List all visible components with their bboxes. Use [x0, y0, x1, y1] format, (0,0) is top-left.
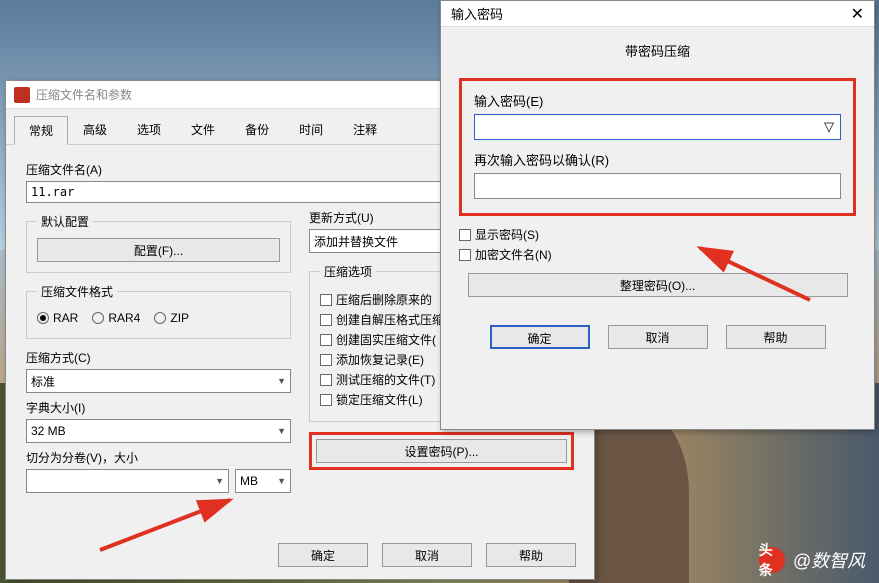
- method-label: 压缩方式(C): [26, 349, 291, 366]
- set-password-button[interactable]: 设置密码(P)...: [316, 439, 567, 463]
- watermark-text: @数智风: [793, 547, 865, 573]
- split-label: 切分为分卷(V)，大小: [26, 449, 291, 466]
- watermark: 头条 @数智风: [759, 547, 865, 573]
- compress-options-label: 压缩选项: [320, 263, 376, 280]
- enter-password-label: 输入密码(E): [474, 91, 841, 110]
- default-profile-group: 默认配置 配置(F)...: [26, 213, 291, 273]
- checkbox-icon: [320, 354, 332, 366]
- cancel-button[interactable]: 取消: [382, 543, 472, 567]
- dict-select[interactable]: 32 MB▼: [26, 419, 291, 443]
- help-button[interactable]: 帮助: [486, 543, 576, 567]
- format-label: 压缩文件格式: [37, 283, 117, 300]
- tab-backup[interactable]: 备份: [230, 115, 284, 144]
- reenter-password-label: 再次输入密码以确认(R): [474, 150, 841, 169]
- dialog-buttons: 确定 取消 帮助: [278, 543, 576, 567]
- password-input[interactable]: ▽: [474, 114, 841, 140]
- ok-button[interactable]: 确定: [490, 325, 590, 349]
- format-group: 压缩文件格式 RAR RAR4 ZIP: [26, 283, 291, 339]
- help-button[interactable]: 帮助: [726, 325, 826, 349]
- password-fields-highlight: 输入密码(E) ▽ 再次输入密码以确认(R): [459, 78, 856, 216]
- chevron-down-icon: ▽: [824, 119, 834, 135]
- tab-comment[interactable]: 注释: [338, 115, 392, 144]
- checkbox-icon: [320, 334, 332, 346]
- encrypt-filenames-checkbox[interactable]: 加密文件名(N): [459, 246, 856, 263]
- default-profile-label: 默认配置: [37, 213, 93, 230]
- tab-files[interactable]: 文件: [176, 115, 230, 144]
- ok-button[interactable]: 确定: [278, 543, 368, 567]
- password-dialog: 输入密码 ✕ 带密码压缩 输入密码(E) ▽ 再次输入密码以确认(R) 显示密码…: [440, 0, 875, 430]
- window-title: 压缩文件名和参数: [36, 86, 132, 103]
- tab-advanced[interactable]: 高级: [68, 115, 122, 144]
- show-password-checkbox[interactable]: 显示密码(S): [459, 226, 856, 243]
- tab-general[interactable]: 常规: [14, 116, 68, 145]
- format-rar4[interactable]: RAR4: [92, 311, 140, 325]
- chevron-down-icon: ▼: [277, 476, 286, 486]
- checkbox-icon: [459, 249, 471, 261]
- radio-icon: [37, 312, 49, 324]
- format-rar[interactable]: RAR: [37, 311, 78, 325]
- password-confirm-input[interactable]: [474, 173, 841, 199]
- checkbox-icon: [320, 394, 332, 406]
- close-icon[interactable]: ✕: [851, 4, 864, 24]
- profile-button[interactable]: 配置(F)...: [37, 238, 280, 262]
- winrar-icon: [14, 87, 30, 103]
- cancel-button[interactable]: 取消: [608, 325, 708, 349]
- chevron-down-icon: ▼: [215, 476, 224, 486]
- chevron-down-icon: ▼: [277, 376, 286, 386]
- method-select[interactable]: 标准▼: [26, 369, 291, 393]
- radio-icon: [92, 312, 104, 324]
- radio-icon: [154, 312, 166, 324]
- watermark-icon: 头条: [759, 547, 785, 573]
- chevron-down-icon: ▼: [277, 426, 286, 436]
- dialog-subtitle: 带密码压缩: [441, 27, 874, 74]
- titlebar[interactable]: 输入密码 ✕: [441, 1, 874, 27]
- tab-options[interactable]: 选项: [122, 115, 176, 144]
- dict-label: 字典大小(I): [26, 399, 291, 416]
- format-zip[interactable]: ZIP: [154, 311, 189, 325]
- checkbox-icon: [459, 229, 471, 241]
- organize-passwords-button[interactable]: 整理密码(O)...: [468, 273, 848, 297]
- split-unit-select[interactable]: MB▼: [235, 469, 291, 493]
- checkbox-icon: [320, 314, 332, 326]
- dialog-buttons: 确定 取消 帮助: [441, 325, 874, 361]
- tab-time[interactable]: 时间: [284, 115, 338, 144]
- checkbox-icon: [320, 374, 332, 386]
- window-title: 输入密码: [451, 4, 503, 23]
- split-size-select[interactable]: ▼: [26, 469, 229, 493]
- checkbox-icon: [320, 294, 332, 306]
- set-password-highlight: 设置密码(P)...: [309, 432, 574, 470]
